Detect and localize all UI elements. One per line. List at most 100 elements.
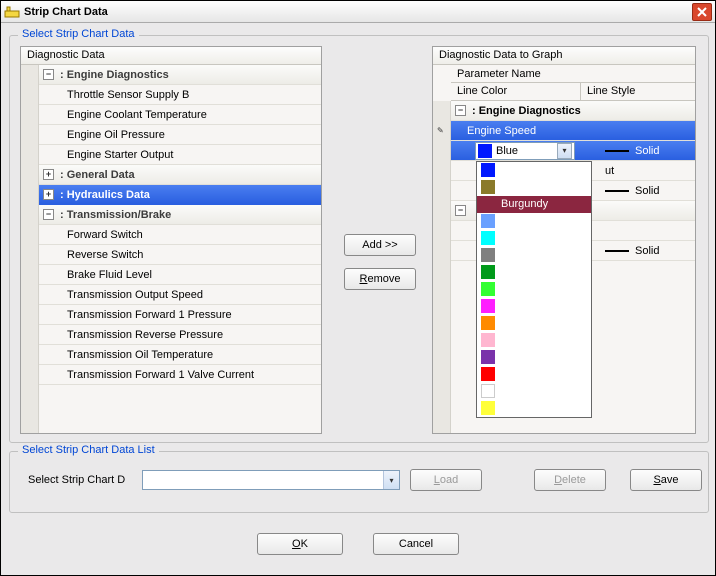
item-label: Transmission Forward 1 Valve Current — [67, 369, 254, 381]
save-button[interactable]: Save — [630, 469, 702, 491]
group-label: : Engine Diagnostics — [60, 69, 169, 81]
color-option[interactable]: Yellow — [477, 400, 591, 417]
color-option[interactable]: Cyan — [477, 230, 591, 247]
item-label: Engine Starter Output — [67, 149, 173, 161]
color-name: White — [501, 385, 529, 397]
tree-item[interactable]: Engine Coolant Temperature — [39, 105, 321, 125]
add-button[interactable]: Add >> — [344, 234, 416, 256]
expand-icon[interactable]: + — [43, 189, 54, 200]
tree-item[interactable]: Transmission Oil Temperature — [39, 345, 321, 365]
content: Select Strip Chart Data Diagnostic Data … — [1, 23, 715, 575]
color-option[interactable]: Orange — [477, 315, 591, 332]
line-style-swatch — [605, 250, 629, 252]
line-style-cell[interactable]: Solid — [599, 141, 695, 160]
diagnostic-tree[interactable]: −: Engine Diagnostics Throttle Sensor Su… — [39, 65, 321, 433]
line-style-label: Solid — [635, 145, 659, 157]
mnemonic: R — [360, 273, 368, 285]
color-name: Pink — [501, 334, 522, 346]
parameter-name-header: Parameter Name — [451, 65, 695, 83]
remove-button[interactable]: Remove — [344, 268, 416, 290]
collapse-icon[interactable]: − — [455, 205, 466, 216]
collapse-icon[interactable]: − — [43, 69, 54, 80]
expand-icon[interactable]: + — [43, 169, 54, 180]
group-general-data[interactable]: +: General Data — [39, 165, 321, 185]
color-option[interactable]: Corn Flower — [477, 213, 591, 230]
color-name: Purple — [501, 351, 533, 363]
color-name: Magenta — [501, 300, 544, 312]
titlebar: Strip Chart Data — [1, 1, 715, 23]
chevron-down-icon[interactable]: ▾ — [383, 471, 399, 489]
tree-item[interactable]: Transmission Reverse Pressure — [39, 325, 321, 345]
group-transmission-brake[interactable]: −: Transmission/Brake — [39, 205, 321, 225]
item-label: Forward Switch — [67, 229, 143, 241]
item-label: Transmission Forward 1 Pressure — [67, 309, 232, 321]
delete-button[interactable]: Delete — [534, 469, 606, 491]
ok-button[interactable]: OK — [257, 533, 343, 555]
group-engine-diagnostics[interactable]: −: Engine Diagnostics — [39, 65, 321, 85]
color-option[interactable]: Red — [477, 366, 591, 383]
color-option[interactable]: Green — [477, 264, 591, 281]
tree-item[interactable]: Transmission Output Speed — [39, 285, 321, 305]
tree-item[interactable]: Engine Oil Pressure — [39, 125, 321, 145]
graph-tree[interactable]: −: Engine Diagnostics ✎Engine Speed Blue… — [451, 101, 695, 433]
color-option[interactable]: Lime — [477, 281, 591, 298]
tree-item[interactable]: Forward Switch — [39, 225, 321, 245]
item-label: Transmission Output Speed — [67, 289, 203, 301]
color-option[interactable]: Purple — [477, 349, 591, 366]
edit-icon: ✎ — [437, 126, 444, 135]
tree-item[interactable]: Throttle Sensor Supply B — [39, 85, 321, 105]
button-label: K — [301, 538, 308, 550]
cancel-button[interactable]: Cancel — [373, 533, 459, 555]
group-label: : Transmission/Brake — [60, 209, 171, 221]
tree-item[interactable]: Transmission Forward 1 Pressure — [39, 305, 321, 325]
graph-item-engine-speed-props[interactable]: Blue ▾ BlueBrownBurgundyCorn FlowerCyanG… — [451, 141, 695, 161]
chevron-down-icon[interactable]: ▾ — [557, 143, 572, 159]
color-name: Brown — [501, 181, 532, 193]
color-option[interactable]: White — [477, 383, 591, 400]
line-style-cell[interactable]: Solid — [599, 241, 695, 260]
mnemonic: D — [554, 474, 562, 486]
color-option[interactable]: Burgundy — [477, 196, 591, 213]
color-name: Green — [501, 266, 532, 278]
color-swatch — [481, 401, 495, 415]
tree-item[interactable]: Engine Starter Output — [39, 145, 321, 165]
item-label: Transmission Oil Temperature — [67, 349, 213, 361]
line-color-cell[interactable]: Blue ▾ BlueBrownBurgundyCorn FlowerCyanG… — [451, 141, 599, 160]
data-list-fieldset: Select Strip Chart Data List Select Stri… — [9, 451, 709, 513]
data-list-label: Select Strip Chart D — [28, 474, 125, 486]
app-icon — [4, 4, 20, 20]
item-label: Engine Speed — [467, 125, 536, 137]
collapse-icon[interactable]: − — [455, 105, 466, 116]
graph-item-engine-speed-name[interactable]: ✎Engine Speed — [451, 121, 695, 141]
item-label: Engine Oil Pressure — [67, 129, 165, 141]
color-swatch — [478, 144, 492, 158]
color-option[interactable]: Pink — [477, 332, 591, 349]
line-color-combo[interactable]: Blue ▾ BlueBrownBurgundyCorn FlowerCyanG… — [475, 142, 575, 160]
tree-item[interactable]: Brake Fluid Level — [39, 265, 321, 285]
color-swatch — [481, 231, 495, 245]
button-label: oad — [440, 474, 458, 486]
tree-item[interactable]: Reverse Switch — [39, 245, 321, 265]
tree-item[interactable]: Transmission Forward 1 Valve Current — [39, 365, 321, 385]
strip-chart-dialog: Strip Chart Data Select Strip Chart Data… — [0, 0, 716, 576]
color-swatch — [481, 350, 495, 364]
left-gutter — [21, 65, 39, 433]
close-button[interactable] — [692, 3, 712, 21]
color-option[interactable]: Blue — [477, 162, 591, 179]
color-dropdown[interactable]: Blue Brown BurgundyCorn FlowerCyanGray Gree… — [476, 161, 592, 418]
data-list-combo[interactable]: ▾ — [142, 470, 400, 490]
color-swatch — [481, 282, 495, 296]
mnemonic: O — [292, 538, 301, 550]
group-hydraulics-data[interactable]: +: Hydraulics Data — [39, 185, 321, 205]
color-option[interactable]: Magenta — [477, 298, 591, 315]
color-option[interactable]: Brown — [477, 179, 591, 196]
select-data-legend: Select Strip Chart Data — [18, 28, 139, 40]
data-list-legend: Select Strip Chart Data List — [18, 444, 159, 456]
color-option[interactable]: Gray — [477, 247, 591, 264]
color-swatch — [481, 180, 495, 194]
line-style-cell[interactable]: Solid — [599, 181, 695, 200]
combo-value: Blue — [496, 145, 553, 157]
graph-group-engine[interactable]: −: Engine Diagnostics — [451, 101, 695, 121]
collapse-icon[interactable]: − — [43, 209, 54, 220]
load-button[interactable]: Load — [410, 469, 482, 491]
